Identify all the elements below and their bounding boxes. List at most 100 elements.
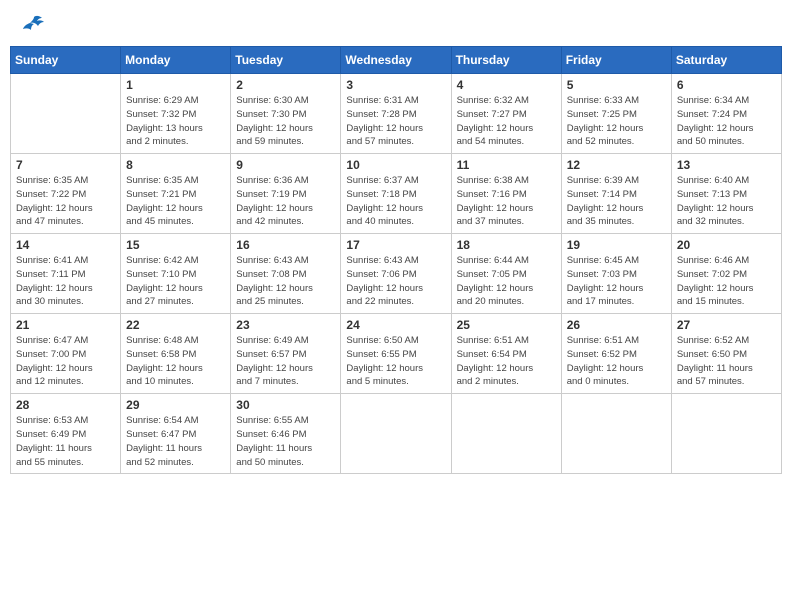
day-number: 10 [346, 158, 445, 172]
calendar-cell: 3 Sunrise: 6:31 AMSunset: 7:28 PMDaylight… [341, 74, 451, 154]
calendar-cell: 9 Sunrise: 6:36 AMSunset: 7:19 PMDaylight… [231, 154, 341, 234]
calendar-cell: 7 Sunrise: 6:35 AMSunset: 7:22 PMDaylight… [11, 154, 121, 234]
weekday-header-wednesday: Wednesday [341, 47, 451, 74]
day-info: Sunrise: 6:34 AMSunset: 7:24 PMDaylight:… [677, 94, 776, 149]
calendar-cell: 18 Sunrise: 6:44 AMSunset: 7:05 PMDayligh… [451, 234, 561, 314]
day-info: Sunrise: 6:30 AMSunset: 7:30 PMDaylight:… [236, 94, 335, 149]
calendar-cell: 11 Sunrise: 6:38 AMSunset: 7:16 PMDayligh… [451, 154, 561, 234]
calendar-cell [561, 394, 671, 474]
weekday-header-monday: Monday [121, 47, 231, 74]
weekday-header-friday: Friday [561, 47, 671, 74]
calendar-week-row: 14 Sunrise: 6:41 AMSunset: 7:11 PMDayligh… [11, 234, 782, 314]
day-number: 20 [677, 238, 776, 252]
calendar-cell: 19 Sunrise: 6:45 AMSunset: 7:03 PMDayligh… [561, 234, 671, 314]
calendar-cell: 13 Sunrise: 6:40 AMSunset: 7:13 PMDayligh… [671, 154, 781, 234]
logo-bird-icon [22, 15, 46, 35]
calendar-cell: 12 Sunrise: 6:39 AMSunset: 7:14 PMDayligh… [561, 154, 671, 234]
calendar-table: SundayMondayTuesdayWednesdayThursdayFrid… [10, 46, 782, 474]
day-number: 16 [236, 238, 335, 252]
header [10, 10, 782, 38]
day-info: Sunrise: 6:51 AMSunset: 6:52 PMDaylight:… [567, 334, 666, 389]
day-info: Sunrise: 6:43 AMSunset: 7:06 PMDaylight:… [346, 254, 445, 309]
calendar-cell: 4Sunrise: 6:32 AMSunset: 7:27 PMDaylight… [451, 74, 561, 154]
day-info: Sunrise: 6:33 AMSunset: 7:25 PMDaylight:… [567, 94, 666, 149]
day-info: Sunrise: 6:40 AMSunset: 7:13 PMDaylight:… [677, 174, 776, 229]
day-number: 5 [567, 78, 666, 92]
day-info: Sunrise: 6:31 AMSunset: 7:28 PMDaylight:… [346, 94, 445, 149]
day-number: 3 [346, 78, 445, 92]
day-number: 12 [567, 158, 666, 172]
day-number: 19 [567, 238, 666, 252]
day-number: 8 [126, 158, 225, 172]
day-number: 4 [457, 78, 556, 92]
day-info: Sunrise: 6:38 AMSunset: 7:16 PMDaylight:… [457, 174, 556, 229]
calendar-cell: 15Sunrise: 6:42 AMSunset: 7:10 PMDayligh… [121, 234, 231, 314]
calendar-cell: 28 Sunrise: 6:53 AMSunset: 6:49 PMDayligh… [11, 394, 121, 474]
day-number: 21 [16, 318, 115, 332]
day-info: Sunrise: 6:41 AMSunset: 7:11 PMDaylight:… [16, 254, 115, 309]
logo [20, 15, 46, 33]
calendar-week-row: 1Sunrise: 6:29 AMSunset: 7:32 PMDaylight… [11, 74, 782, 154]
day-info: Sunrise: 6:52 AMSunset: 6:50 PMDaylight:… [677, 334, 776, 389]
calendar-cell: 5 Sunrise: 6:33 AMSunset: 7:25 PMDaylight… [561, 74, 671, 154]
calendar-cell: 29 Sunrise: 6:54 AMSunset: 6:47 PMDayligh… [121, 394, 231, 474]
calendar-cell: 20 Sunrise: 6:46 AMSunset: 7:02 PMDayligh… [671, 234, 781, 314]
day-number: 2 [236, 78, 335, 92]
day-info: Sunrise: 6:45 AMSunset: 7:03 PMDaylight:… [567, 254, 666, 309]
day-number: 29 [126, 398, 225, 412]
day-number: 17 [346, 238, 445, 252]
calendar-cell [671, 394, 781, 474]
day-info: Sunrise: 6:46 AMSunset: 7:02 PMDaylight:… [677, 254, 776, 309]
calendar-cell: 25 Sunrise: 6:51 AMSunset: 6:54 PMDayligh… [451, 314, 561, 394]
day-number: 27 [677, 318, 776, 332]
calendar-cell: 27 Sunrise: 6:52 AMSunset: 6:50 PMDayligh… [671, 314, 781, 394]
day-info: Sunrise: 6:43 AMSunset: 7:08 PMDaylight:… [236, 254, 335, 309]
day-number: 13 [677, 158, 776, 172]
calendar-cell [11, 74, 121, 154]
weekday-header-saturday: Saturday [671, 47, 781, 74]
day-number: 22 [126, 318, 225, 332]
day-info: Sunrise: 6:51 AMSunset: 6:54 PMDaylight:… [457, 334, 556, 389]
calendar-week-row: 21 Sunrise: 6:47 AMSunset: 7:00 PMDayligh… [11, 314, 782, 394]
day-number: 7 [16, 158, 115, 172]
weekday-header-thursday: Thursday [451, 47, 561, 74]
day-info: Sunrise: 6:35 AMSunset: 7:22 PMDaylight:… [16, 174, 115, 229]
calendar-cell: 17 Sunrise: 6:43 AMSunset: 7:06 PMDayligh… [341, 234, 451, 314]
day-number: 15 [126, 238, 225, 252]
calendar-cell: 1Sunrise: 6:29 AMSunset: 7:32 PMDaylight… [121, 74, 231, 154]
day-info: Sunrise: 6:49 AMSunset: 6:57 PMDaylight:… [236, 334, 335, 389]
day-info: Sunrise: 6:48 AMSunset: 6:58 PMDaylight:… [126, 334, 225, 389]
calendar-week-row: 28 Sunrise: 6:53 AMSunset: 6:49 PMDayligh… [11, 394, 782, 474]
day-info: Sunrise: 6:44 AMSunset: 7:05 PMDaylight:… [457, 254, 556, 309]
day-number: 25 [457, 318, 556, 332]
day-info: Sunrise: 6:50 AMSunset: 6:55 PMDaylight:… [346, 334, 445, 389]
day-info: Sunrise: 6:54 AMSunset: 6:47 PMDaylight:… [126, 414, 225, 469]
calendar-cell: 16 Sunrise: 6:43 AMSunset: 7:08 PMDayligh… [231, 234, 341, 314]
day-number: 11 [457, 158, 556, 172]
calendar-cell: 21 Sunrise: 6:47 AMSunset: 7:00 PMDayligh… [11, 314, 121, 394]
day-number: 26 [567, 318, 666, 332]
day-info: Sunrise: 6:55 AMSunset: 6:46 PMDaylight:… [236, 414, 335, 469]
calendar-cell: 8 Sunrise: 6:35 AMSunset: 7:21 PMDaylight… [121, 154, 231, 234]
calendar-cell: 26 Sunrise: 6:51 AMSunset: 6:52 PMDayligh… [561, 314, 671, 394]
day-number: 18 [457, 238, 556, 252]
day-number: 24 [346, 318, 445, 332]
day-info: Sunrise: 6:29 AMSunset: 7:32 PMDaylight:… [126, 94, 225, 149]
day-info: Sunrise: 6:53 AMSunset: 6:49 PMDaylight:… [16, 414, 115, 469]
weekday-header-sunday: Sunday [11, 47, 121, 74]
day-number: 6 [677, 78, 776, 92]
day-number: 14 [16, 238, 115, 252]
calendar-cell: 14 Sunrise: 6:41 AMSunset: 7:11 PMDayligh… [11, 234, 121, 314]
calendar-week-row: 7 Sunrise: 6:35 AMSunset: 7:22 PMDaylight… [11, 154, 782, 234]
day-info: Sunrise: 6:36 AMSunset: 7:19 PMDaylight:… [236, 174, 335, 229]
calendar-cell: 6 Sunrise: 6:34 AMSunset: 7:24 PMDaylight… [671, 74, 781, 154]
day-info: Sunrise: 6:37 AMSunset: 7:18 PMDaylight:… [346, 174, 445, 229]
calendar-cell: 2 Sunrise: 6:30 AMSunset: 7:30 PMDaylight… [231, 74, 341, 154]
day-number: 9 [236, 158, 335, 172]
day-info: Sunrise: 6:35 AMSunset: 7:21 PMDaylight:… [126, 174, 225, 229]
day-info: Sunrise: 6:47 AMSunset: 7:00 PMDaylight:… [16, 334, 115, 389]
calendar-cell [451, 394, 561, 474]
day-info: Sunrise: 6:39 AMSunset: 7:14 PMDaylight:… [567, 174, 666, 229]
day-number: 28 [16, 398, 115, 412]
calendar-cell: 23Sunrise: 6:49 AMSunset: 6:57 PMDayligh… [231, 314, 341, 394]
